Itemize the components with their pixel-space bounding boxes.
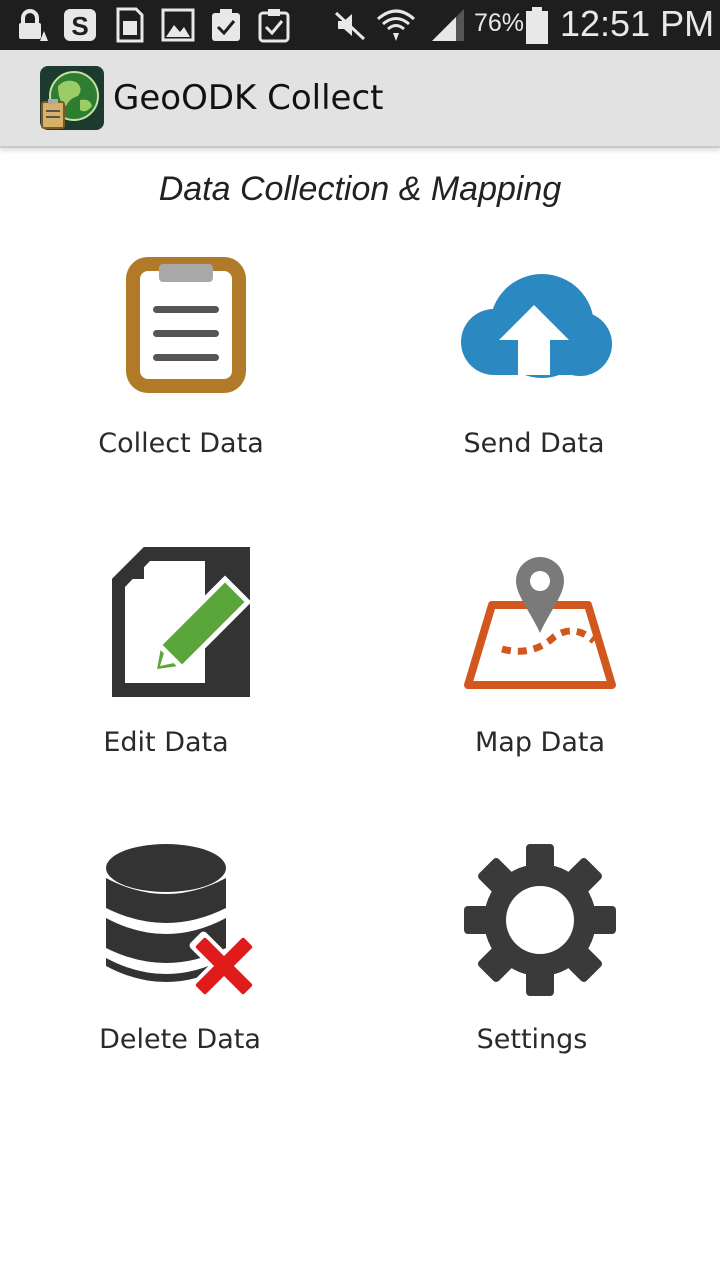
edit-document-icon: [112, 547, 250, 697]
action-bar: GeoODK Collect: [0, 50, 720, 148]
send-data-button[interactable]: Send Data: [404, 252, 664, 502]
s-icon: S: [64, 9, 96, 41]
delete-data-button[interactable]: Delete Data: [52, 842, 312, 1092]
database-delete-icon: [106, 844, 259, 1000]
geoodk-logo-icon[interactable]: [40, 66, 104, 130]
clipboard-check-icon: [258, 9, 290, 43]
signal-icon: [432, 9, 464, 41]
status-bar: S 76% 12:51 PM: [0, 0, 720, 50]
settings-button[interactable]: Settings: [410, 842, 670, 1092]
app-title: GeoODK Collect: [113, 78, 384, 118]
edit-data-button[interactable]: Edit Data: [50, 545, 310, 795]
sim-icon: [116, 7, 144, 43]
battery-percentage: 76%: [474, 9, 525, 37]
send-data-label: Send Data: [463, 428, 605, 459]
map-data-label: Map Data: [474, 727, 606, 758]
cloud-upload-icon: [461, 274, 612, 378]
map-data-button[interactable]: Map Data: [410, 545, 670, 795]
mute-icon: [334, 11, 366, 41]
delete-data-label: Delete Data: [99, 1024, 261, 1055]
edit-data-label: Edit Data: [103, 727, 229, 758]
collect-data-label: Collect Data: [98, 428, 264, 459]
svg-text:S: S: [71, 11, 88, 41]
collect-data-button[interactable]: Collect Data: [56, 252, 316, 502]
map-pin-icon: [464, 557, 616, 689]
battery-icon: [526, 7, 548, 44]
clipboard-icon: [126, 257, 246, 393]
clipboard-check-icon: [212, 9, 240, 41]
gear-icon: [464, 844, 616, 996]
page-subtitle: Data Collection & Mapping: [158, 170, 562, 208]
clock: 12:51 PM: [560, 3, 715, 44]
wifi-icon: [377, 9, 415, 41]
settings-label: Settings: [476, 1024, 588, 1055]
lock-icon: [19, 9, 48, 41]
image-icon: [161, 8, 195, 42]
